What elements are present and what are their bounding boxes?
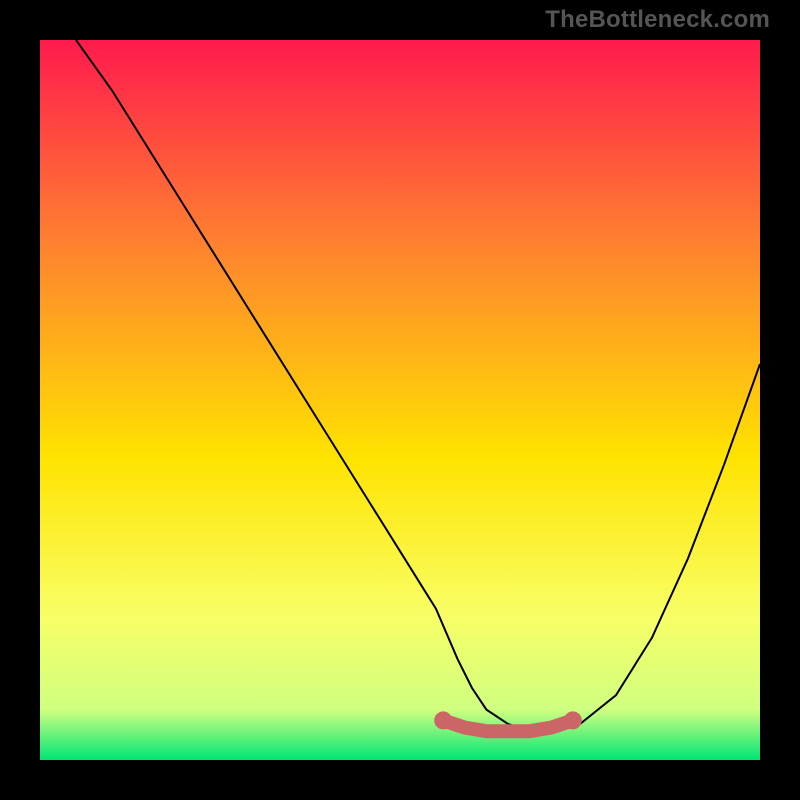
plateau-dot — [434, 711, 452, 729]
plateau-dot — [564, 711, 582, 729]
bottleneck-chart — [40, 40, 760, 760]
watermark-text: TheBottleneck.com — [545, 6, 770, 34]
chart-frame: TheBottleneck.com — [0, 0, 800, 800]
